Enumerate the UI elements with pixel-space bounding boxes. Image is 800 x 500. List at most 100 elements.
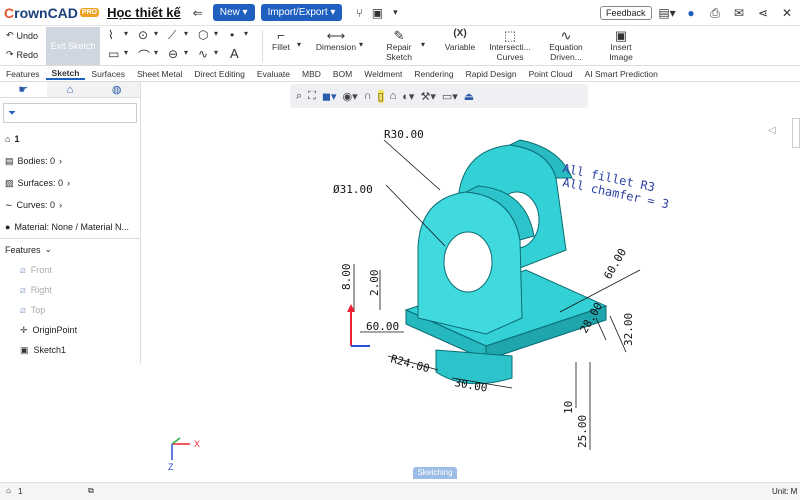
globe-tab-icon[interactable]: ◍: [93, 82, 140, 97]
tab-bom[interactable]: BOM: [327, 69, 358, 79]
branch-icon[interactable]: ⑂: [350, 4, 368, 22]
feedback-button[interactable]: Feedback: [600, 6, 652, 20]
share-icon[interactable]: ⋖: [754, 4, 772, 22]
filter-input[interactable]: ⏷: [3, 103, 137, 123]
feature-tree-panel: ☛ ⌂ ◍ ⏷ ⌂ 1 ▤ Bodies: 0 › ▨ Surfaces: 0 › ∼ Cu…: [0, 82, 141, 364]
polygon-icon[interactable]: ⬡: [198, 28, 208, 42]
tab-direct-editing[interactable]: Direct Editing: [188, 69, 251, 79]
features-header[interactable]: Features ⌄: [0, 238, 140, 260]
chevron-down-icon[interactable]: ▾: [386, 4, 404, 22]
tab-evaluate[interactable]: Evaluate: [251, 69, 296, 79]
line-icon[interactable]: ⟋: [168, 28, 176, 43]
tab-mbd[interactable]: MBD: [296, 69, 327, 79]
back-arrow-icon[interactable]: ⇐: [189, 4, 207, 22]
part-row[interactable]: ⌂ 1: [0, 128, 140, 150]
image-icon: ▣: [614, 28, 628, 43]
mail-icon[interactable]: ✉: [730, 4, 748, 22]
ribbon-divider: [262, 30, 263, 62]
dim-25: 25.00: [576, 415, 589, 448]
chevron-down-icon[interactable]: ▾: [184, 29, 188, 38]
dim-r24: R24.00: [389, 352, 431, 375]
arc-icon[interactable]: ⌒: [138, 47, 150, 64]
chevron-down-icon[interactable]: ▾: [421, 40, 425, 49]
window-icon[interactable]: ⧉: [88, 486, 94, 496]
chevron-down-icon[interactable]: ▾: [124, 48, 128, 57]
axis-y-line: [171, 437, 181, 445]
exit-sketch-button[interactable]: Exit Sketch: [46, 27, 100, 65]
chevron-down-icon[interactable]: ▾: [297, 40, 301, 49]
surfaces-icon: ▨: [5, 177, 14, 188]
chevron-down-icon[interactable]: ▾: [359, 40, 363, 49]
document-name[interactable]: Học thiết kế: [107, 5, 181, 20]
chevron-down-icon[interactable]: ▾: [244, 29, 248, 38]
insert-image-button[interactable]: ▣ Insert Image: [602, 28, 640, 62]
undo-button[interactable]: ↶ Undo: [6, 30, 38, 41]
dim-60-right: 60.00: [601, 246, 629, 281]
chevron-down-icon[interactable]: ▾: [184, 48, 188, 57]
dimension-button[interactable]: ⟷ Dimension: [310, 28, 362, 52]
feature-item-originpoint[interactable]: ✛ OriginPoint: [0, 320, 140, 340]
dim-8: 8.00: [340, 264, 353, 291]
curves-row[interactable]: ∼ Curves: 0 ›: [0, 194, 140, 216]
feature-item-right[interactable]: ⧄ Right: [0, 280, 140, 300]
part-tab-icon[interactable]: ☛: [0, 82, 47, 97]
feature-label: Front: [30, 265, 52, 275]
repair-sketch-icon: ✎: [393, 28, 405, 43]
unit-label[interactable]: Unit: M: [772, 487, 797, 496]
dim-10: 10: [562, 401, 575, 414]
bodies-row[interactable]: ▤ Bodies: 0 ›: [0, 150, 140, 172]
sketch-icon: ▣: [20, 344, 29, 355]
repair-sketch-button[interactable]: ✎ Repair Sketch: [378, 28, 420, 62]
chevron-down-icon[interactable]: ▾: [124, 29, 128, 38]
variable-button[interactable]: (X) Variable: [440, 28, 480, 52]
chevron-down-icon[interactable]: ▾: [214, 48, 218, 57]
print-icon[interactable]: ⎙: [706, 4, 724, 22]
chevron-down-icon[interactable]: ▾: [214, 29, 218, 38]
app-logo: CrownCAD PRO: [4, 4, 100, 21]
variable-icon: (X): [453, 28, 467, 39]
tab-surfaces[interactable]: Surfaces: [85, 69, 131, 79]
front-lug-hole: [443, 231, 493, 293]
instance-icon[interactable]: ⌂: [6, 486, 11, 495]
search-icon[interactable]: ●: [682, 4, 700, 22]
undo-icon: ↶: [6, 30, 14, 40]
redo-button[interactable]: ↷ Redo: [6, 49, 38, 60]
tab-weldment[interactable]: Weldment: [358, 69, 408, 79]
new-button[interactable]: New ▾: [212, 4, 255, 21]
tab-ai-smart-prediction[interactable]: AI Smart Prediction: [579, 69, 664, 79]
equation-driven-button[interactable]: ∿ Equation Driven...: [542, 28, 590, 62]
circle-icon[interactable]: ⊙: [138, 28, 148, 42]
spline-icon[interactable]: ∿: [198, 47, 208, 61]
material-row[interactable]: ● Material: None / Material N...: [0, 216, 140, 238]
tab-rapid-design[interactable]: Rapid Design: [460, 69, 523, 79]
feature-item-sketch1[interactable]: ▣ Sketch1: [0, 340, 140, 360]
feature-item-top[interactable]: ⧄ Top: [0, 300, 140, 320]
ellipse-icon[interactable]: ⊖: [168, 47, 178, 61]
intersection-curves-icon: ⬚: [503, 28, 517, 43]
rectangle-icon[interactable]: ▭: [108, 47, 119, 61]
feature-label: Sketch1: [33, 345, 67, 355]
chevron-down-icon[interactable]: ▾: [154, 48, 158, 57]
assembly-tab-icon[interactable]: ⌂: [47, 82, 94, 97]
tab-point-cloud[interactable]: Point Cloud: [523, 69, 579, 79]
surfaces-row[interactable]: ▨ Surfaces: 0 ›: [0, 172, 140, 194]
display-icon[interactable]: ▤▾: [658, 4, 676, 22]
save-icon[interactable]: ▣: [368, 4, 386, 22]
point-icon[interactable]: •: [230, 28, 234, 42]
redo-icon: ↷: [6, 49, 14, 59]
fillet-button[interactable]: ⌐ Fillet: [266, 28, 296, 52]
bodies-icon: ▤: [5, 155, 14, 166]
chevron-down-icon[interactable]: ▾: [154, 29, 158, 38]
import-export-button[interactable]: Import/Export ▾: [260, 4, 343, 21]
intersection-curves-button[interactable]: ⬚ Intersecti... Curves: [487, 28, 533, 62]
text-icon[interactable]: A: [230, 46, 239, 61]
polyline-icon[interactable]: ⌇: [108, 28, 114, 42]
tab-sheet-metal[interactable]: Sheet Metal: [131, 69, 188, 79]
feature-item-front[interactable]: ⧄ Front: [0, 260, 140, 280]
sketching-status-tab[interactable]: Sketching: [413, 467, 457, 479]
tab-sketch[interactable]: Sketch: [45, 68, 86, 80]
module-tabs: Features Sketch Surfaces Sheet Metal Direct …: [0, 66, 800, 82]
tab-features[interactable]: Features: [0, 69, 46, 79]
tab-rendering[interactable]: Rendering: [408, 69, 459, 79]
close-icon[interactable]: ✕: [778, 4, 796, 22]
